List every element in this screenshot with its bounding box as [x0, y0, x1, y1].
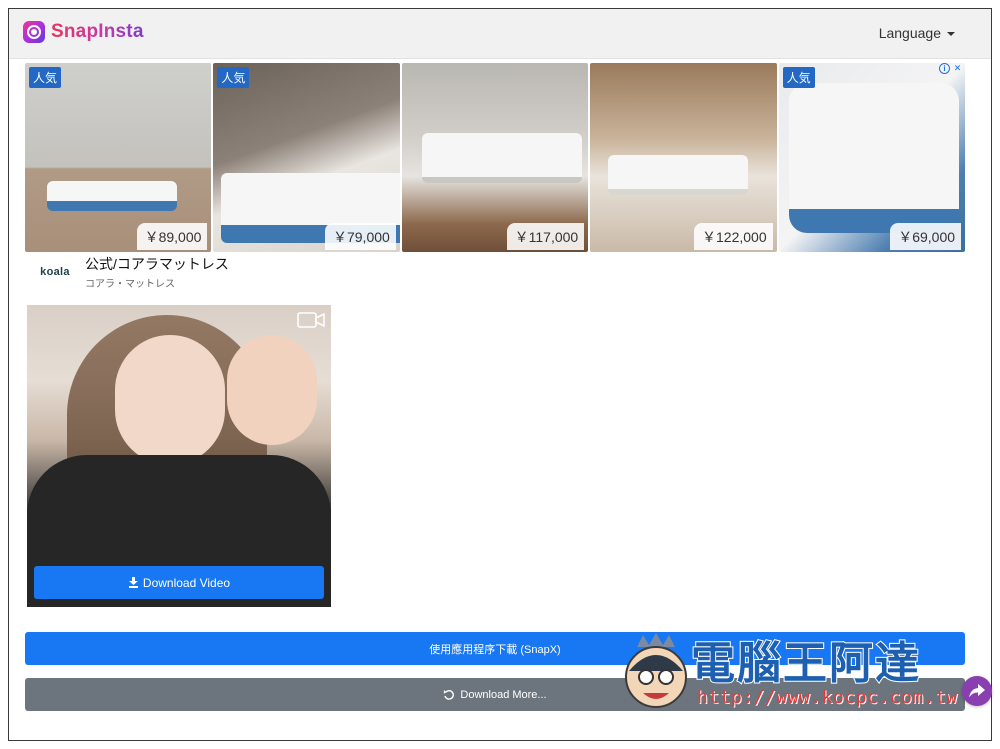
snapinsta-logo-icon [23, 21, 45, 43]
ad-tile-2[interactable]: 人気 ￥79,000 [213, 63, 400, 252]
download-more-button[interactable]: Download More... [25, 678, 965, 711]
advertiser-logo: koala [40, 266, 70, 278]
ad-footer[interactable]: koala 公式/コアラマットレス コアラ・マットレス [25, 255, 965, 290]
ad-title: 公式/コアラマットレス [85, 256, 229, 272]
price-tag: ￥117,000 [506, 223, 585, 250]
mattress-image [788, 83, 959, 233]
navbar: SnapInsta Language [9, 9, 991, 59]
popular-badge: 人気 [217, 67, 250, 88]
ad-choices[interactable]: i ✕ [939, 63, 963, 74]
share-arrow-icon [969, 684, 985, 698]
ad-tile-3[interactable]: ￥117,000 [401, 63, 589, 252]
language-label: Language [878, 25, 941, 41]
language-dropdown[interactable]: Language [879, 25, 955, 41]
caret-down-icon [947, 32, 955, 36]
app-download-button[interactable]: 使用應用程序下載 (SnapX) [25, 632, 965, 665]
download-video-button[interactable]: Download Video [34, 566, 324, 599]
popular-badge: 人気 [29, 67, 62, 88]
ad-tile-4[interactable]: ￥122,000 [590, 63, 777, 252]
download-icon [128, 577, 138, 588]
mattress-image [608, 155, 749, 195]
app-download-label: 使用應用程序下載 (SnapX) [429, 643, 561, 656]
ad-banner: 人気 ￥89,000 人気 ￥79,000 ￥117,000 ￥122,000 [25, 63, 966, 290]
thumbnail-hand [227, 335, 317, 445]
video-preview[interactable]: Download Video [27, 305, 331, 607]
video-camera-icon [297, 312, 325, 328]
ad-tile-1[interactable]: 人気 ￥89,000 [25, 63, 212, 252]
info-icon[interactable]: i [939, 63, 951, 74]
price-tag: ￥79,000 [324, 223, 396, 250]
price-tag: ￥89,000 [136, 223, 208, 250]
brand-link[interactable]: SnapInsta [23, 21, 144, 43]
share-button[interactable] [962, 676, 992, 706]
price-tag: ￥122,000 [694, 223, 773, 250]
browser-viewport: SnapInsta Language 人気 ￥89,000 人気 ￥79,000 [8, 8, 992, 741]
download-video-label: Download Video [142, 575, 231, 590]
thumbnail-face [115, 335, 225, 465]
price-tag: ￥69,000 [890, 223, 962, 250]
ad-tile-5[interactable]: 人気 ￥69,000 i ✕ [778, 63, 966, 252]
brand-name: SnapInsta [51, 21, 144, 42]
ad-subtitle: コアラ・マットレス [85, 279, 175, 290]
close-ad-icon[interactable]: ✕ [952, 63, 963, 74]
download-more-label: Download More... [460, 688, 547, 701]
mattress-image [421, 133, 582, 183]
redo-icon [444, 689, 455, 700]
popular-badge: 人気 [782, 67, 815, 88]
ad-product-tiles: 人気 ￥89,000 人気 ￥79,000 ￥117,000 ￥122,000 [25, 63, 966, 252]
mattress-image [47, 181, 177, 211]
